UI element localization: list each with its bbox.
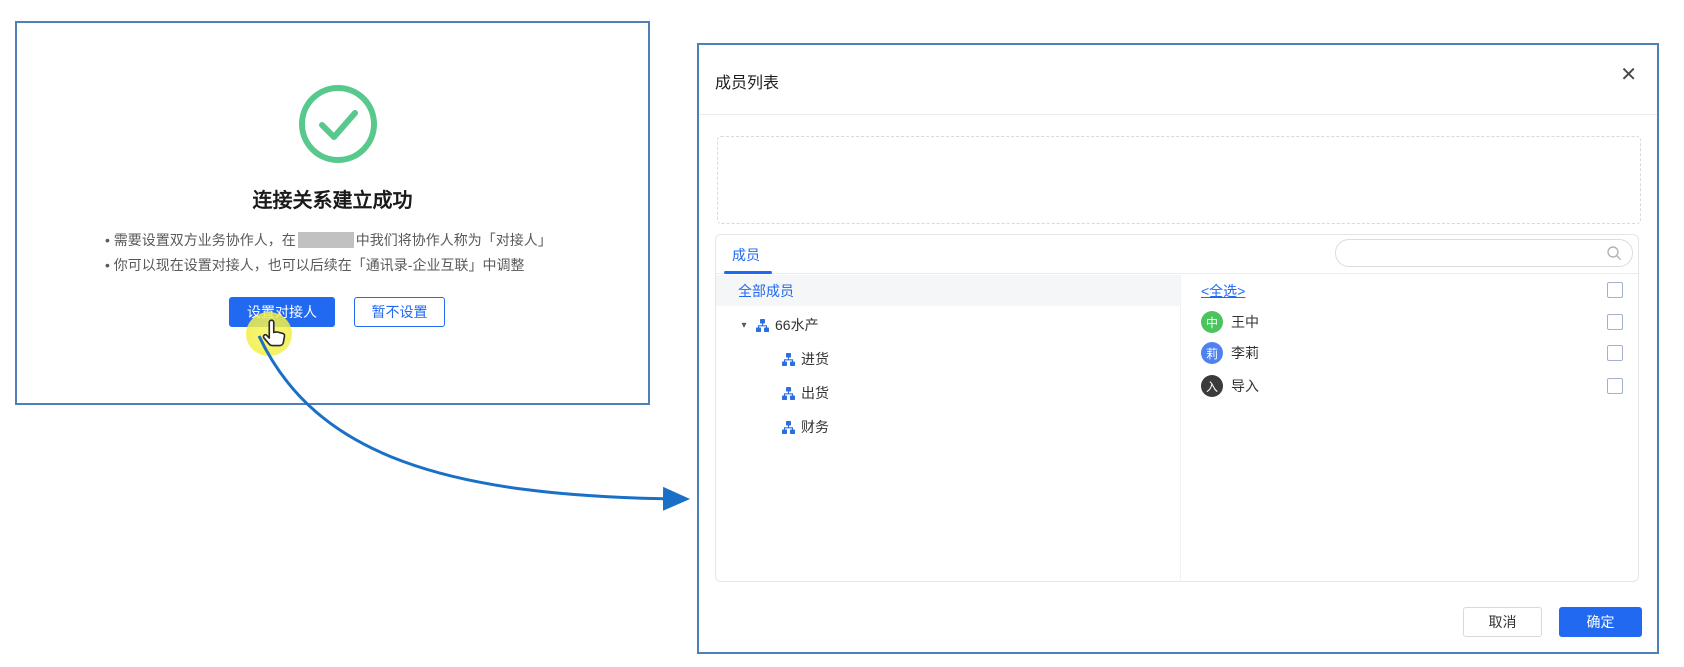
org-icon	[782, 421, 795, 434]
tree-node-label: 财务	[801, 417, 829, 437]
select-all-link[interactable]: <全选>	[1201, 281, 1245, 301]
org-icon	[782, 387, 795, 400]
cancel-button[interactable]: 取消	[1463, 607, 1542, 637]
selected-members-box	[717, 136, 1641, 224]
tree-node-label: 66水产	[775, 315, 819, 335]
member-checkbox[interactable]	[1607, 378, 1623, 394]
member-name: 李莉	[1231, 343, 1259, 363]
column-divider	[1180, 275, 1181, 582]
success-check-icon	[297, 83, 379, 165]
tree-node-label: 进货	[801, 349, 829, 369]
success-title: 连接关系建立成功	[17, 184, 648, 213]
title-divider	[699, 114, 1657, 115]
member-list-modal: 成员列表 ✕ 成员 全部成员 ▾	[697, 43, 1659, 654]
caret-down-icon[interactable]: ▾	[736, 320, 752, 331]
tab-active-underline	[724, 271, 772, 274]
search-input[interactable]	[1350, 245, 1606, 262]
tab-bar: 成员	[716, 235, 1638, 274]
tab-members[interactable]: 成员	[732, 245, 760, 265]
avatar: 中	[1201, 311, 1223, 333]
member-name: 导入	[1231, 376, 1259, 396]
tree-node-child[interactable]: 出货	[778, 376, 1158, 410]
tree-node-child[interactable]: 进货	[778, 342, 1158, 376]
search-box[interactable]	[1335, 239, 1633, 267]
tree-node-label: 出货	[801, 383, 829, 403]
member-picker: 成员 全部成员 ▾	[715, 234, 1639, 582]
tree-header-row[interactable]: 全部成员	[716, 275, 1180, 306]
avatar: 莉	[1201, 342, 1223, 364]
org-icon	[756, 319, 769, 332]
close-icon[interactable]: ✕	[1620, 65, 1637, 85]
tree-node-root[interactable]: ▾ 66水产	[736, 308, 1156, 342]
confirm-button[interactable]: 确定	[1559, 607, 1642, 637]
modal-title: 成员列表	[715, 69, 779, 93]
bullet-line-2: • 你可以现在设置对接人，也可以后续在「通讯录-企业互联」中调整	[105, 253, 605, 278]
tree-node-child[interactable]: 财务	[778, 410, 1158, 444]
bullet-line-1: • 需要设置双方业务协作人，在中我们将协作人称为「对接人」	[105, 228, 605, 253]
member-checkbox[interactable]	[1607, 314, 1623, 330]
screen: 连接关系建立成功 • 需要设置双方业务协作人，在中我们将协作人称为「对接人」 •…	[0, 0, 1684, 667]
member-row[interactable]: 中 王中	[1201, 310, 1259, 334]
select-all-checkbox[interactable]	[1607, 282, 1623, 298]
member-checkbox[interactable]	[1607, 345, 1623, 361]
member-row[interactable]: 入 导入	[1201, 374, 1259, 398]
redacted-product-name	[298, 232, 354, 248]
hand-cursor-icon	[260, 318, 290, 352]
member-row[interactable]: 莉 李莉	[1201, 341, 1259, 365]
member-name: 王中	[1231, 312, 1259, 332]
org-icon	[782, 353, 795, 366]
skip-setup-button[interactable]: 暂不设置	[354, 297, 445, 327]
search-icon	[1606, 245, 1622, 261]
success-panel: 连接关系建立成功 • 需要设置双方业务协作人，在中我们将协作人称为「对接人」 •…	[15, 21, 650, 405]
success-description: • 需要设置双方业务协作人，在中我们将协作人称为「对接人」 • 你可以现在设置对…	[105, 228, 605, 278]
avatar: 入	[1201, 375, 1223, 397]
tree-header-label: 全部成员	[738, 281, 794, 301]
